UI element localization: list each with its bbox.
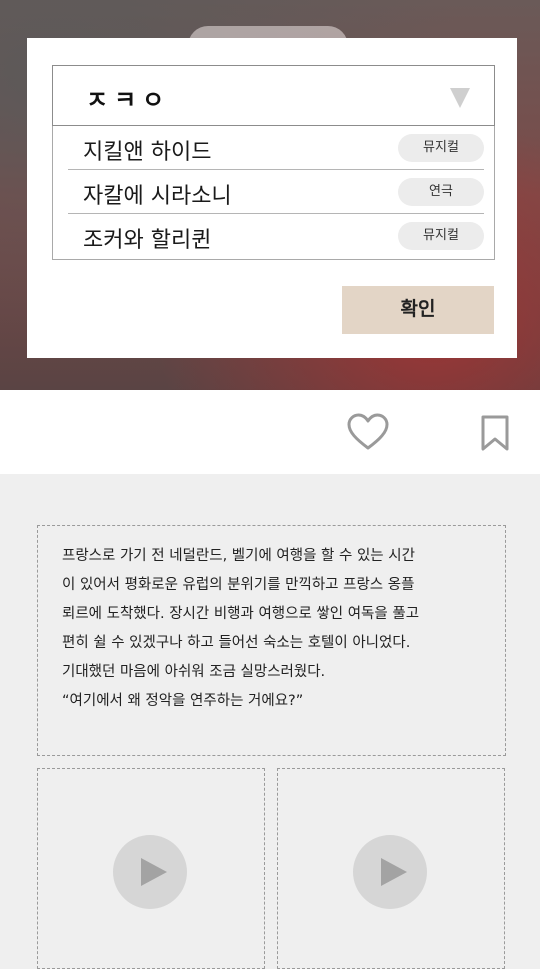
option-title: 조커와 할리퀸: [83, 228, 212, 253]
option-list: 지킬앤 하이드 뮤지컬 자칼에 시라소니 연극 조커와 할리퀸 뮤지컬: [52, 126, 495, 260]
play-button[interactable]: [353, 835, 427, 909]
paragraph-line: 기대했던 마음에 아쉬워 조금 실망스러웠다.: [62, 664, 326, 680]
heart-icon[interactable]: [346, 412, 390, 452]
confirm-button[interactable]: 확인: [342, 286, 494, 334]
video-placeholder: [277, 768, 505, 969]
dropdown-arrow-icon[interactable]: [450, 88, 470, 108]
paragraph-line: 뢰르에 도착했다. 장시간 비행과 여행으로 쌓인 여독을 풀고: [62, 606, 420, 622]
search-select[interactable]: ㅈㅋㅇ: [52, 65, 495, 126]
play-icon: [381, 858, 407, 886]
post-content: 프랑스로 가기 전 네덜란드, 벨기에 여행을 할 수 있는 시간 이 있어서 …: [0, 474, 540, 969]
paragraph-line: “여기에서 왜 정악을 연주하는 거에요?”: [62, 693, 304, 709]
bookmark-icon[interactable]: [480, 415, 510, 451]
action-bar: [0, 390, 540, 474]
genre-tag: 뮤지컬: [398, 222, 484, 250]
text-block: 프랑스로 가기 전 네덜란드, 벨기에 여행을 할 수 있는 시간 이 있어서 …: [37, 525, 506, 756]
search-modal: ㅈㅋㅇ 지킬앤 하이드 뮤지컬 자칼에 시라소니 연극 조커와 할리퀸 뮤지컬 …: [27, 38, 517, 358]
genre-tag: 연극: [398, 178, 484, 206]
option-item[interactable]: 지킬앤 하이드 뮤지컬: [68, 126, 484, 170]
paragraph-line: 이 있어서 평화로운 유럽의 분위기를 만끽하고 프랑스 옹플: [62, 577, 415, 593]
genre-tag: 뮤지컬: [398, 134, 484, 162]
paragraph-line: 편히 쉴 수 있겠구나 하고 들어선 숙소는 호텔이 아니었다.: [62, 635, 411, 651]
option-title: 지킬앤 하이드: [83, 140, 212, 165]
paragraph-line: 프랑스로 가기 전 네덜란드, 벨기에 여행을 할 수 있는 시간: [62, 548, 415, 564]
play-button[interactable]: [113, 835, 187, 909]
select-value: ㅈㅋㅇ: [86, 86, 171, 114]
option-item[interactable]: 조커와 할리퀸 뮤지컬: [68, 214, 484, 258]
option-item[interactable]: 자칼에 시라소니 연극: [68, 170, 484, 214]
video-placeholder: [37, 768, 265, 969]
post-paragraph: 프랑스로 가기 전 네덜란드, 벨기에 여행을 할 수 있는 시간 이 있어서 …: [62, 542, 492, 716]
play-icon: [141, 858, 167, 886]
option-title: 자칼에 시라소니: [83, 184, 232, 209]
